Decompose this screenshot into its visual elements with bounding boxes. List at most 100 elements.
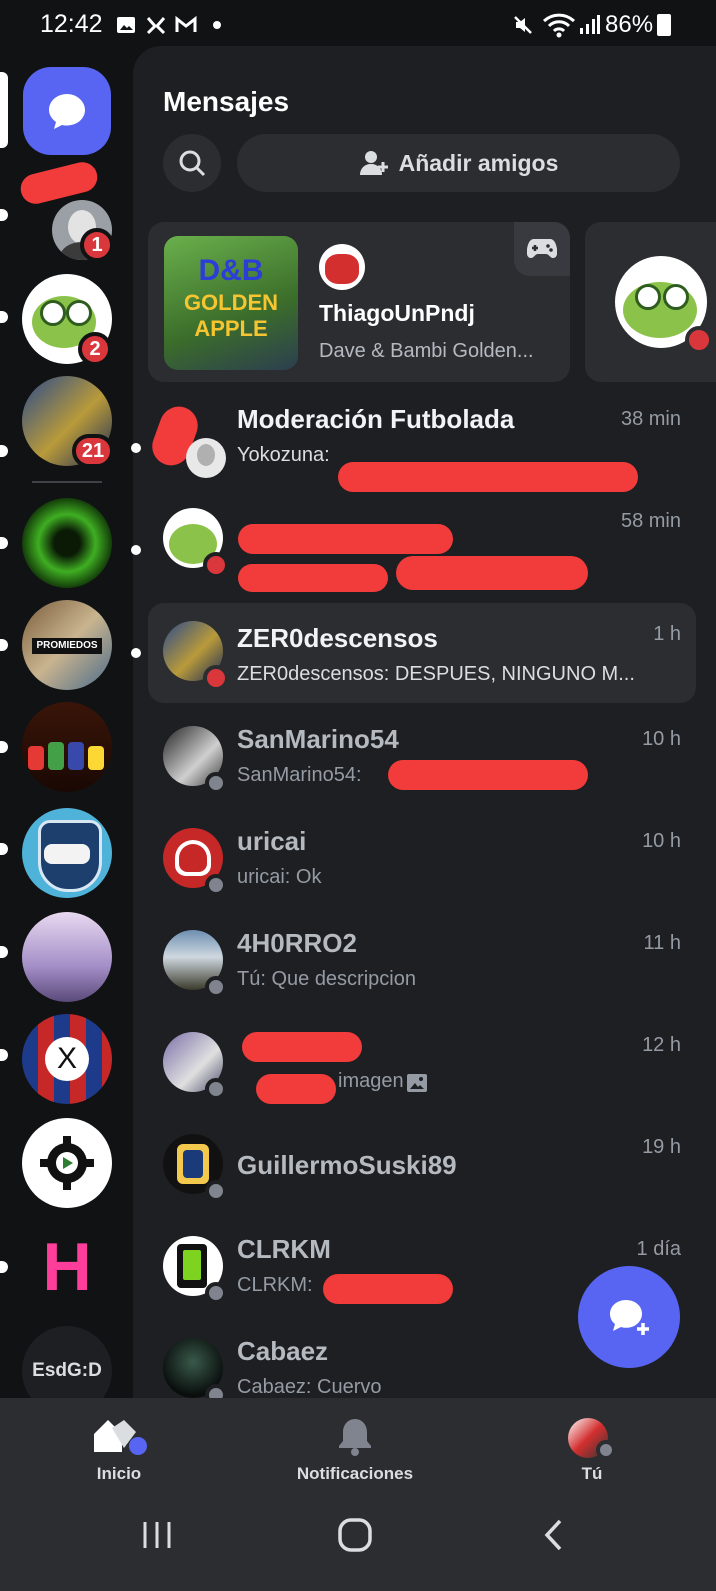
mention-badge: 2 — [78, 332, 112, 366]
signal-icon — [580, 15, 600, 34]
nav-you-label: Tú — [581, 1464, 603, 1483]
battery-icon — [657, 14, 671, 36]
redaction-mark — [396, 556, 588, 590]
dm-row[interactable]: GuillermoSuski89 19 h — [148, 1116, 696, 1214]
server-mario-icon[interactable] — [22, 702, 112, 792]
dm-name: ZER0descensos — [237, 623, 438, 653]
game-badge — [514, 222, 570, 276]
server-x-icon[interactable]: X — [22, 1014, 112, 1104]
nav-notifications[interactable]: Notificaciones — [280, 1398, 430, 1496]
game-art-text: D&B — [198, 254, 264, 287]
system-nav-bar — [0, 1496, 716, 1591]
unread-indicator — [0, 639, 8, 651]
server-bandos-icon[interactable] — [22, 912, 112, 1002]
offline-status-icon — [205, 874, 227, 896]
mute-icon — [514, 16, 532, 34]
dnd-status-icon — [685, 326, 713, 354]
activity-card[interactable]: D&B GOLDEN APPLE ThiagoUnPndj Dave & Bam… — [148, 222, 570, 382]
server-4-icon[interactable] — [22, 498, 112, 588]
new-message-button[interactable] — [578, 1266, 680, 1368]
redaction-mark — [323, 1274, 453, 1304]
wifi-icon — [542, 13, 576, 38]
nav-you[interactable]: Tú — [552, 1398, 632, 1496]
redaction-mark — [238, 564, 388, 592]
offline-status-icon — [205, 772, 227, 794]
dm-preview: Cabaez: Cuervo — [237, 1376, 382, 1398]
activity-card[interactable] — [585, 222, 716, 382]
unread-indicator — [0, 445, 8, 457]
server-h-icon[interactable]: H — [22, 1222, 112, 1312]
offline-status-icon — [205, 1078, 227, 1100]
dnd-status-icon — [203, 552, 229, 578]
dm-time: 11 h — [643, 932, 681, 954]
dm-name: SanMarino54 — [237, 724, 399, 754]
messages-panel: Mensajes Añadir amigos D&B GOLDEN APPLE … — [133, 46, 716, 1406]
dm-time: 12 h — [642, 1034, 681, 1056]
dm-row[interactable]: imagen 12 h — [148, 1014, 696, 1112]
dm-time: 1 día — [636, 1238, 681, 1260]
direct-messages-button[interactable] — [23, 67, 111, 155]
battery-percent: 86% — [605, 11, 654, 38]
redaction-mark — [338, 462, 638, 492]
home-button-icon[interactable] — [336, 1516, 374, 1554]
activity-user-avatar — [319, 244, 365, 290]
dm-name: 4H0RRO2 — [237, 928, 357, 958]
search-icon — [179, 150, 206, 177]
game-art-text: GOLDEN — [183, 290, 279, 315]
unread-indicator — [0, 1049, 8, 1061]
offline-status-icon — [205, 1180, 227, 1202]
redaction-mark — [238, 524, 453, 554]
home-icon — [94, 1420, 147, 1455]
more-notifications-dot — [213, 21, 221, 29]
dm-row[interactable]: Moderación Futbolada Yokozuna: 38 min — [146, 388, 696, 492]
server-twitter-predio-icon[interactable] — [22, 808, 112, 898]
unread-indicator — [0, 843, 8, 855]
dm-name: Moderación Futbolada — [237, 404, 515, 434]
dm-preview: ZER0descensos: DESPUES, NINGUNO M... — [237, 663, 635, 685]
dm-preview: Tú: Que descripcion — [237, 968, 416, 990]
redaction-mark — [256, 1074, 336, 1104]
game-art-text: APPLE — [194, 316, 268, 341]
dm-row[interactable]: 4H0RRO2 Tú: Que descripcion 11 h — [148, 912, 696, 1010]
gmail-icon — [175, 15, 197, 32]
dm-name: uricai — [237, 826, 307, 856]
bottom-nav: Inicio Notificaciones Tú — [0, 1398, 716, 1496]
dm-time: 58 min — [620, 510, 681, 532]
server-promiedos-icon[interactable]: PROMIEDOS — [22, 600, 112, 690]
offline-status-icon — [205, 976, 227, 998]
server-settings-icon[interactable] — [22, 1118, 112, 1208]
dm-row-selected[interactable]: ZER0descensos ZER0descensos: DESPUES, NI… — [148, 603, 696, 703]
game-art: D&B GOLDEN APPLE — [164, 236, 298, 370]
recent-apps-icon[interactable] — [140, 1518, 174, 1552]
unread-indicator — [0, 946, 8, 958]
rail-selected-indicator — [0, 72, 8, 148]
add-user-icon — [359, 151, 388, 175]
dm-row[interactable]: SanMarino54 SanMarino54: 10 h — [148, 708, 696, 806]
add-friends-button[interactable]: Añadir amigos — [237, 134, 680, 192]
activity-user-name: ThiagoUnPndj — [319, 300, 475, 326]
dm-row[interactable]: 58 min — [148, 490, 696, 592]
nav-home[interactable]: Inicio — [64, 1398, 174, 1496]
rail-divider — [32, 481, 102, 483]
dm-time: 1 h — [653, 623, 681, 645]
unread-dot — [131, 545, 141, 555]
activity-game-name: Dave & Bambi Golden... — [319, 340, 534, 362]
bell-icon — [339, 1419, 371, 1456]
status-bar: 12:42 86% — [0, 0, 716, 50]
dm-name: CLRKM — [237, 1234, 331, 1264]
unread-dot — [131, 443, 141, 453]
dm-row[interactable]: uricai uricai: Ok 10 h — [148, 810, 696, 908]
clock: 12:42 — [40, 10, 103, 38]
offline-status-icon — [596, 1440, 616, 1460]
dm-name: Cabaez — [237, 1336, 329, 1366]
search-button[interactable] — [163, 134, 221, 192]
dm-preview: imagen — [338, 1070, 404, 1092]
unread-indicator — [0, 741, 8, 753]
dm-time: 19 h — [642, 1136, 681, 1158]
profile-avatar — [568, 1414, 616, 1460]
back-icon[interactable] — [538, 1518, 572, 1552]
offline-status-icon — [205, 1282, 227, 1304]
dm-name: GuillermoSuski89 — [237, 1150, 457, 1180]
mention-badge: 21 — [72, 434, 114, 468]
unread-indicator — [0, 209, 8, 221]
